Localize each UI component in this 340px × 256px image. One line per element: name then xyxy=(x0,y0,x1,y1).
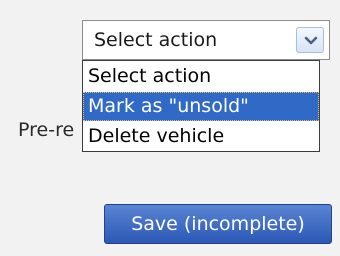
action-dropdown-list[interactable]: Select action Mark as "unsold" Delete ve… xyxy=(82,60,320,152)
form-panel: Select action Pre-re Select action Mark … xyxy=(0,0,340,256)
save-button[interactable]: Save (incomplete) xyxy=(104,204,332,244)
action-select[interactable]: Select action xyxy=(82,20,330,60)
option-delete-vehicle[interactable]: Delete vehicle xyxy=(83,122,319,151)
dropdown-arrow-button[interactable] xyxy=(296,27,324,53)
field-label: Pre-re xyxy=(18,119,75,141)
action-select-value: Select action xyxy=(94,29,218,51)
option-mark-unsold[interactable]: Mark as "unsold" xyxy=(83,92,319,121)
chevron-down-icon xyxy=(304,36,318,45)
option-select-action[interactable]: Select action xyxy=(83,62,319,91)
field-label-container: Pre-re xyxy=(18,110,82,150)
